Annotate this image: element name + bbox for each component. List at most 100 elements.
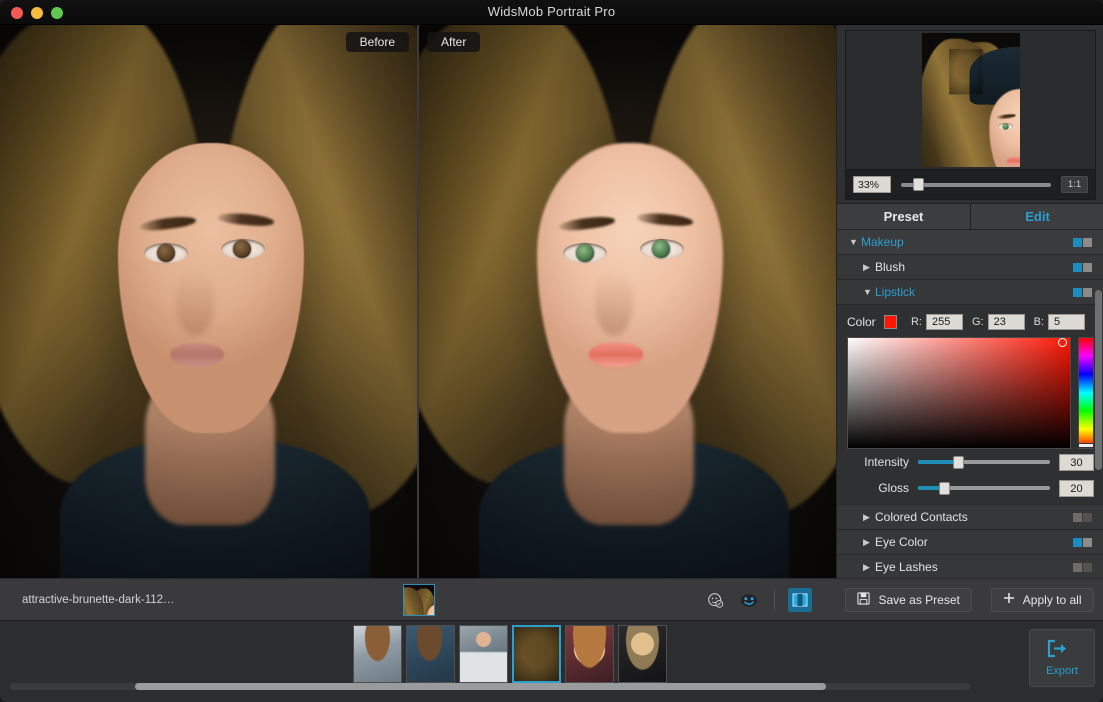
- section-toggle-eye-color[interactable]: [1073, 538, 1092, 547]
- chevron-right-icon[interactable]: ▶: [863, 512, 875, 523]
- window-title: WidsMob Portrait Pro: [487, 4, 616, 19]
- channel-r-value[interactable]: 255: [925, 314, 963, 330]
- after-portrait: [419, 25, 836, 578]
- export-button[interactable]: Export: [1029, 629, 1095, 687]
- zoom-slider[interactable]: [901, 176, 1051, 193]
- tab-edit[interactable]: Edit: [970, 204, 1103, 229]
- section-blush[interactable]: ▶ Blush: [837, 255, 1103, 280]
- apply-to-all-button[interactable]: Apply to all: [990, 587, 1094, 612]
- canvas-tool-icons: [703, 588, 812, 612]
- section-label: Colored Contacts: [875, 510, 968, 524]
- floppy-disk-icon: [857, 591, 871, 608]
- slider-intensity-knob[interactable]: [952, 455, 964, 469]
- saturation-value-field[interactable]: [847, 337, 1071, 449]
- tab-preset[interactable]: Preset: [837, 204, 970, 229]
- panel-scrollbar[interactable]: [1095, 290, 1102, 470]
- chevron-right-icon[interactable]: ▶: [863, 562, 875, 573]
- after-label: After: [427, 32, 481, 52]
- edit-sections: ▼ Makeup ▶ Blush ▼ Lipstick Color R: 255…: [837, 230, 1103, 608]
- filmstrip: Export: [0, 620, 1103, 702]
- section-label: Eye Lashes: [875, 560, 938, 574]
- section-toggle-blush[interactable]: [1073, 263, 1092, 272]
- icon-divider: [774, 590, 775, 610]
- hue-strip[interactable]: [1078, 337, 1094, 449]
- chevron-down-icon[interactable]: ▼: [863, 287, 875, 297]
- filmstrip-scrollbar-thumb[interactable]: [134, 683, 826, 690]
- filmstrip-item-4[interactable]: [512, 625, 561, 683]
- section-eye-color[interactable]: ▶ Eye Color: [837, 530, 1103, 555]
- channel-r: R: 255: [911, 314, 963, 330]
- lipstick-controls: Color R: 255 G: 23 B: 5 Intensity 30 Glo…: [837, 305, 1103, 505]
- zoom-slider-knob[interactable]: [913, 178, 924, 191]
- before-pane[interactable]: Before: [0, 25, 417, 578]
- section-toggle-colored-contacts[interactable]: [1073, 513, 1092, 522]
- slider-intensity-label: Intensity: [864, 455, 909, 469]
- section-label: Lipstick: [875, 285, 916, 299]
- navigator-panel: 33% 1:1: [845, 30, 1096, 200]
- filmstrip-item-6[interactable]: [618, 625, 667, 683]
- filmstrip-item-2[interactable]: [406, 625, 455, 683]
- filmstrip-scrollbar[interactable]: [10, 683, 970, 690]
- section-eye-lashes[interactable]: ▶ Eye Lashes: [837, 555, 1103, 580]
- apply-to-all-label: Apply to all: [1022, 592, 1082, 607]
- section-label: Blush: [875, 260, 906, 274]
- channel-g: G: 23: [972, 314, 1025, 330]
- slider-gloss-knob[interactable]: [939, 481, 951, 495]
- filmstrip-item-1[interactable]: [353, 625, 402, 683]
- color-swatch[interactable]: [883, 315, 897, 329]
- zoom-value-field[interactable]: 33%: [853, 176, 891, 193]
- right-panel: 33% 1:1 Preset Edit ▼ Makeup ▶ Blush ▼ L…: [836, 25, 1103, 620]
- section-label: Eye Color: [875, 535, 928, 549]
- filmstrip-item-5[interactable]: [565, 625, 614, 683]
- zoom-fit-button[interactable]: 1:1: [1061, 176, 1088, 193]
- preset-action-bar: Save as Preset Apply to all: [836, 578, 1103, 620]
- channel-r-label: R:: [910, 316, 922, 328]
- section-label: Makeup: [861, 235, 904, 249]
- before-portrait: [0, 25, 417, 578]
- slider-intensity[interactable]: Intensity 30: [837, 449, 1103, 475]
- current-filename: attractive-brunette-dark-112…: [22, 593, 175, 606]
- color-picker[interactable]: [847, 337, 1094, 449]
- slider-gloss[interactable]: Gloss 20: [837, 475, 1103, 501]
- filmstrip-item-3[interactable]: [459, 625, 508, 683]
- section-makeup[interactable]: ▼ Makeup: [837, 230, 1103, 255]
- slider-gloss-label: Gloss: [878, 481, 909, 495]
- section-toggle-lipstick[interactable]: [1073, 288, 1092, 297]
- save-as-preset-button[interactable]: Save as Preset: [845, 587, 972, 612]
- hue-cursor-icon[interactable]: [1078, 443, 1094, 448]
- info-bar: attractive-brunette-dark-112…: [0, 578, 836, 620]
- app-window: WidsMob Portrait Pro Before After attrac…: [0, 0, 1103, 702]
- after-pane[interactable]: After: [419, 25, 836, 578]
- channel-g-value[interactable]: 23: [987, 314, 1025, 330]
- filmstrip-thumbnails: [0, 621, 1020, 687]
- sv-cursor-icon[interactable]: [1058, 338, 1067, 347]
- panel-tabs: Preset Edit: [837, 203, 1103, 230]
- slider-gloss-value[interactable]: 20: [1059, 479, 1094, 497]
- channel-b: B: 5: [1034, 314, 1085, 330]
- color-label: Color: [847, 315, 876, 329]
- zoom-controls: 33% 1:1: [846, 169, 1095, 199]
- save-as-preset-label: Save as Preset: [878, 592, 960, 607]
- channel-b-value[interactable]: 5: [1048, 314, 1085, 330]
- current-image-thumbnail[interactable]: [403, 584, 435, 616]
- section-colored-contacts[interactable]: ▶ Colored Contacts: [837, 505, 1103, 530]
- plus-icon: [1003, 592, 1015, 607]
- slider-intensity-value[interactable]: 30: [1059, 453, 1094, 471]
- chevron-right-icon[interactable]: ▶: [863, 262, 875, 273]
- color-row: Color R: 255 G: 23 B: 5: [837, 311, 1103, 333]
- section-toggle-eye-lashes[interactable]: [1073, 563, 1092, 572]
- navigator-preview[interactable]: [846, 31, 1095, 169]
- chevron-down-icon[interactable]: ▼: [849, 237, 861, 247]
- export-label: Export: [1046, 665, 1078, 677]
- compare-split-icon[interactable]: [788, 588, 812, 612]
- chevron-right-icon[interactable]: ▶: [863, 537, 875, 548]
- face-disable-icon[interactable]: [703, 588, 727, 612]
- before-label: Before: [345, 32, 409, 52]
- section-lipstick[interactable]: ▼ Lipstick: [837, 280, 1103, 305]
- image-canvas[interactable]: Before After: [0, 25, 836, 578]
- export-arrow-icon: [1046, 639, 1078, 663]
- section-toggle-makeup[interactable]: [1073, 238, 1092, 247]
- face-detect-icon[interactable]: [737, 588, 761, 612]
- channel-g-label: G:: [971, 316, 984, 328]
- channel-b-label: B:: [1033, 316, 1044, 328]
